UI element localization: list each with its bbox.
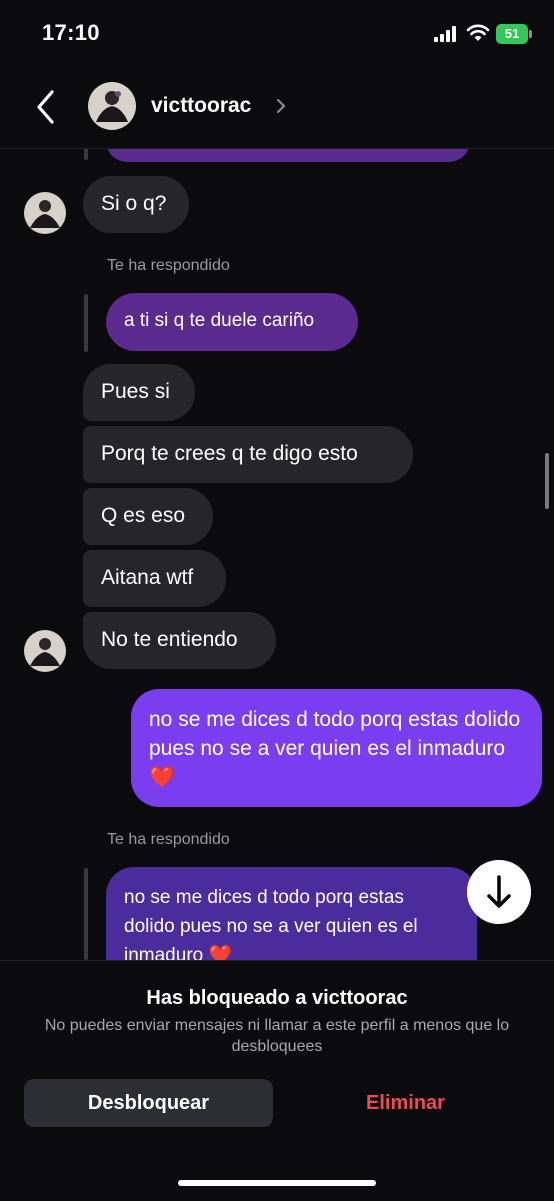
message-bubble: No te entiendo (83, 612, 276, 669)
quoted-message: a ti si q te duele cariño (106, 293, 358, 351)
signal-icon (434, 26, 456, 42)
quote-bar (84, 294, 88, 352)
message-bubble: Porq te crees q te digo esto (83, 426, 413, 483)
message-bubble: Pues si (83, 364, 195, 421)
sender-avatar (24, 630, 66, 672)
message-text: Pues si (101, 380, 170, 403)
blocked-subtitle: No puedes enviar mensajes ni llamar a es… (44, 1017, 510, 1055)
sent-message: no se me dices d todo porq estas dolido … (131, 689, 542, 807)
delete-button[interactable]: Eliminar (281, 1079, 530, 1127)
battery-icon: 51 (496, 24, 534, 44)
quoted-text: no se me dices d todo porq estas dolido … (124, 887, 418, 960)
message-text: No te entiendo (101, 628, 238, 651)
message-text: Porq te crees q te digo esto (101, 442, 358, 465)
quoted-text: a ti si q te duele cariño (124, 310, 315, 331)
message-thread[interactable]: Si o q? Te ha respondido a ti si q te du… (0, 148, 554, 960)
message-text: Aitana wtf (101, 566, 194, 589)
back-arrow-icon[interactable] (32, 88, 60, 126)
status-bar: 17:10 51 (0, 0, 554, 70)
blocked-panel: Has bloqueado a victtoorac No puedes env… (0, 960, 554, 1201)
status-time: 17:10 (42, 20, 100, 45)
message-text: Q es eso (101, 504, 186, 527)
quoted-message: no se me dices d todo porq estas dolido … (106, 867, 477, 960)
message-text: Si o q? (101, 192, 167, 215)
quote-bar (84, 148, 88, 160)
chevron-right-icon[interactable] (275, 96, 287, 116)
scroll-indicator[interactable] (545, 453, 549, 509)
chat-header: victtoorac (0, 70, 554, 149)
unblock-button[interactable]: Desbloquear (24, 1079, 273, 1127)
sent-text: no se me dices d todo porq estas dolido … (149, 708, 521, 789)
quote-bar (84, 868, 88, 960)
reply-label: Te ha respondido (107, 257, 230, 274)
message-bubble: Si o q? (83, 176, 189, 233)
message-bubble: Q es eso (83, 488, 213, 545)
avatar[interactable] (88, 82, 136, 130)
header-username[interactable]: victtoorac (151, 94, 251, 118)
home-indicator[interactable] (178, 1180, 376, 1186)
blocked-title: Has bloqueado a victtoorac (146, 987, 408, 1009)
sender-avatar (24, 192, 66, 234)
battery-level: 51 (496, 24, 528, 44)
reply-label: Te ha respondido (107, 831, 230, 848)
message-bubble: Aitana wtf (83, 550, 226, 607)
scroll-down-button[interactable] (467, 860, 531, 924)
partial-bubble (106, 148, 470, 162)
wifi-icon (466, 24, 490, 41)
